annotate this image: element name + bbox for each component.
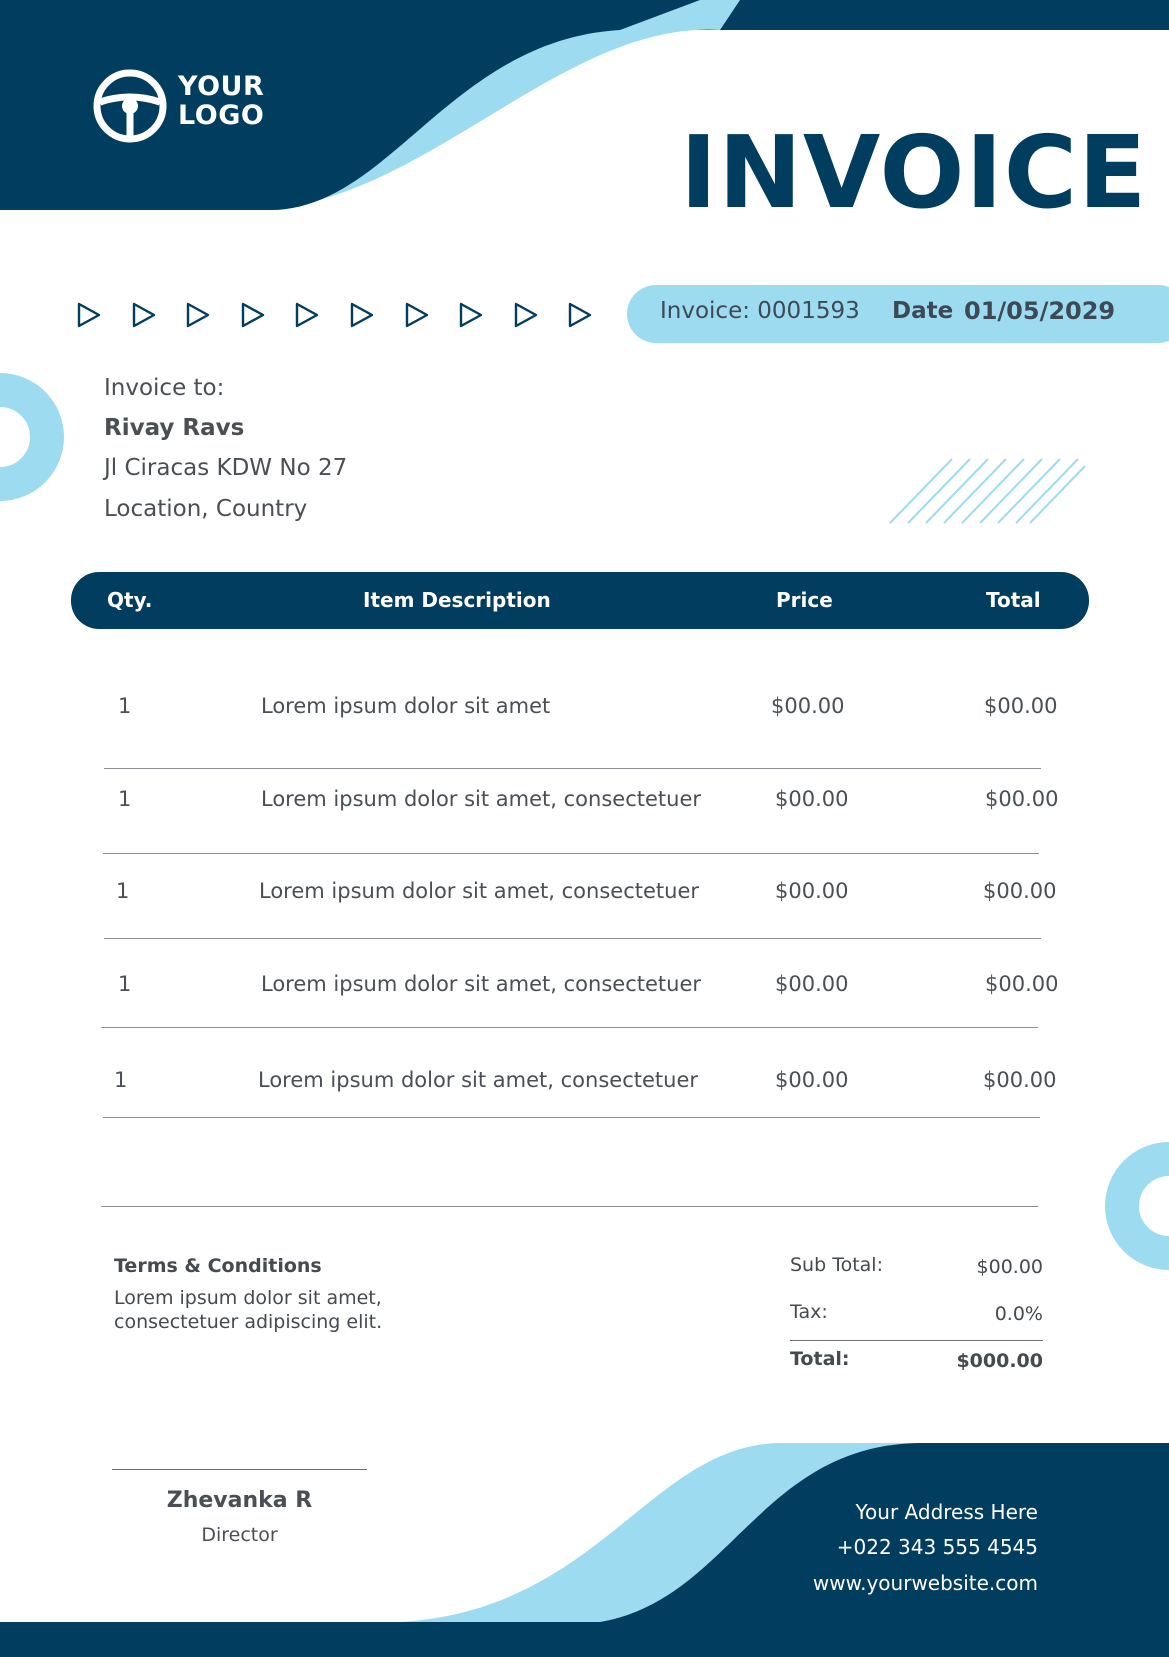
date-value: 01/05/2029 xyxy=(964,297,1116,325)
signature-line xyxy=(112,1469,367,1470)
table-end-divider xyxy=(101,1206,1038,1207)
row-total: $00.00 xyxy=(984,694,1058,718)
row-divider xyxy=(104,938,1041,939)
play-triangle-icon xyxy=(514,302,537,328)
row-qty: 1 xyxy=(118,972,132,996)
row-description: Lorem ipsum dolor sit amet xyxy=(261,694,551,718)
row-price: $00.00 xyxy=(775,787,849,811)
play-triangle-icon xyxy=(132,302,155,328)
row-price: $00.00 xyxy=(771,694,845,718)
subtotal-label: Sub Total: xyxy=(790,1254,883,1276)
left-ring-decor xyxy=(0,373,64,501)
header-price: Price xyxy=(776,588,833,612)
background-decor xyxy=(0,0,1169,1657)
invoice-number: Invoice: 0001593 xyxy=(660,298,860,324)
total-value: $000.00 xyxy=(956,1350,1043,1372)
row-description: Lorem ipsum dolor sit amet, consectetuer xyxy=(261,972,701,996)
date-label: Date xyxy=(892,298,954,324)
row-qty: 1 xyxy=(114,1068,128,1092)
logo: YOUR LOGO xyxy=(92,68,292,148)
header-qty: Qty. xyxy=(107,588,153,612)
header-total: Total xyxy=(986,588,1041,612)
contact-address: Your Address Here xyxy=(855,1500,1039,1524)
row-price: $00.00 xyxy=(775,972,849,996)
row-total: $00.00 xyxy=(985,972,1059,996)
total-label: Total: xyxy=(790,1348,850,1370)
play-triangle-icon xyxy=(459,302,483,328)
logo-wordmark: YOUR LOGO xyxy=(178,72,264,130)
row-total: $00.00 xyxy=(983,879,1057,903)
bill-to-name: Rivay Ravs xyxy=(104,415,245,441)
play-triangle-icon xyxy=(569,302,592,328)
terms-heading: Terms & Conditions xyxy=(114,1255,322,1277)
hatch-lines-decor xyxy=(889,458,1086,524)
tax-label: Tax: xyxy=(790,1301,828,1323)
contact-phone: +022 343 555 4545 xyxy=(836,1535,1038,1559)
contact-website: www.yourwebsite.com xyxy=(812,1571,1038,1595)
bill-to-address: Jl Ciracas KDW No 27 xyxy=(104,455,348,481)
play-triangle-icon xyxy=(296,302,319,328)
bill-to-location: Location, Country xyxy=(104,496,308,522)
row-total: $00.00 xyxy=(983,1068,1057,1092)
signer-name: Zhevanka R xyxy=(166,1488,313,1513)
row-qty: 1 xyxy=(118,694,132,718)
header-description: Item Description xyxy=(363,588,551,612)
row-price: $00.00 xyxy=(775,879,849,903)
row-total: $00.00 xyxy=(985,787,1059,811)
summary-divider xyxy=(790,1340,1043,1341)
terms-text: Lorem ipsum dolor sit amet, consectetuer… xyxy=(114,1287,383,1333)
subtotal-value: $00.00 xyxy=(976,1256,1043,1278)
bottom-bar xyxy=(0,1622,1169,1657)
logo-line-2: LOGO xyxy=(178,100,265,131)
row-description: Lorem ipsum dolor sit amet, consectetuer xyxy=(259,879,699,903)
bill-to-label: Invoice to: xyxy=(104,375,225,401)
row-divider xyxy=(101,1027,1038,1028)
row-description: Lorem ipsum dolor sit amet, consectetuer xyxy=(261,787,701,811)
row-price: $00.00 xyxy=(775,1068,849,1092)
logo-line-1: YOUR xyxy=(178,71,265,102)
signer-role: Director xyxy=(201,1524,278,1546)
steering-wheel-icon xyxy=(93,69,167,143)
right-ring-decor xyxy=(1105,1142,1169,1270)
invoice-title: INVOICE xyxy=(680,114,1148,231)
play-triangle-icon xyxy=(77,302,101,328)
row-description: Lorem ipsum dolor sit amet, consectetuer xyxy=(258,1068,698,1092)
play-triangle-icon xyxy=(186,302,210,328)
row-divider xyxy=(103,1117,1040,1118)
row-divider xyxy=(104,768,1041,769)
tax-value: 0.0% xyxy=(994,1303,1043,1325)
play-triangle-icon xyxy=(241,302,264,328)
play-triangle-icon xyxy=(405,302,428,328)
row-divider xyxy=(103,853,1039,854)
play-triangle-icon xyxy=(350,302,374,328)
row-qty: 1 xyxy=(116,879,130,903)
row-qty: 1 xyxy=(118,787,132,811)
table-header: Qty. Item Description Price Total xyxy=(71,572,1089,629)
